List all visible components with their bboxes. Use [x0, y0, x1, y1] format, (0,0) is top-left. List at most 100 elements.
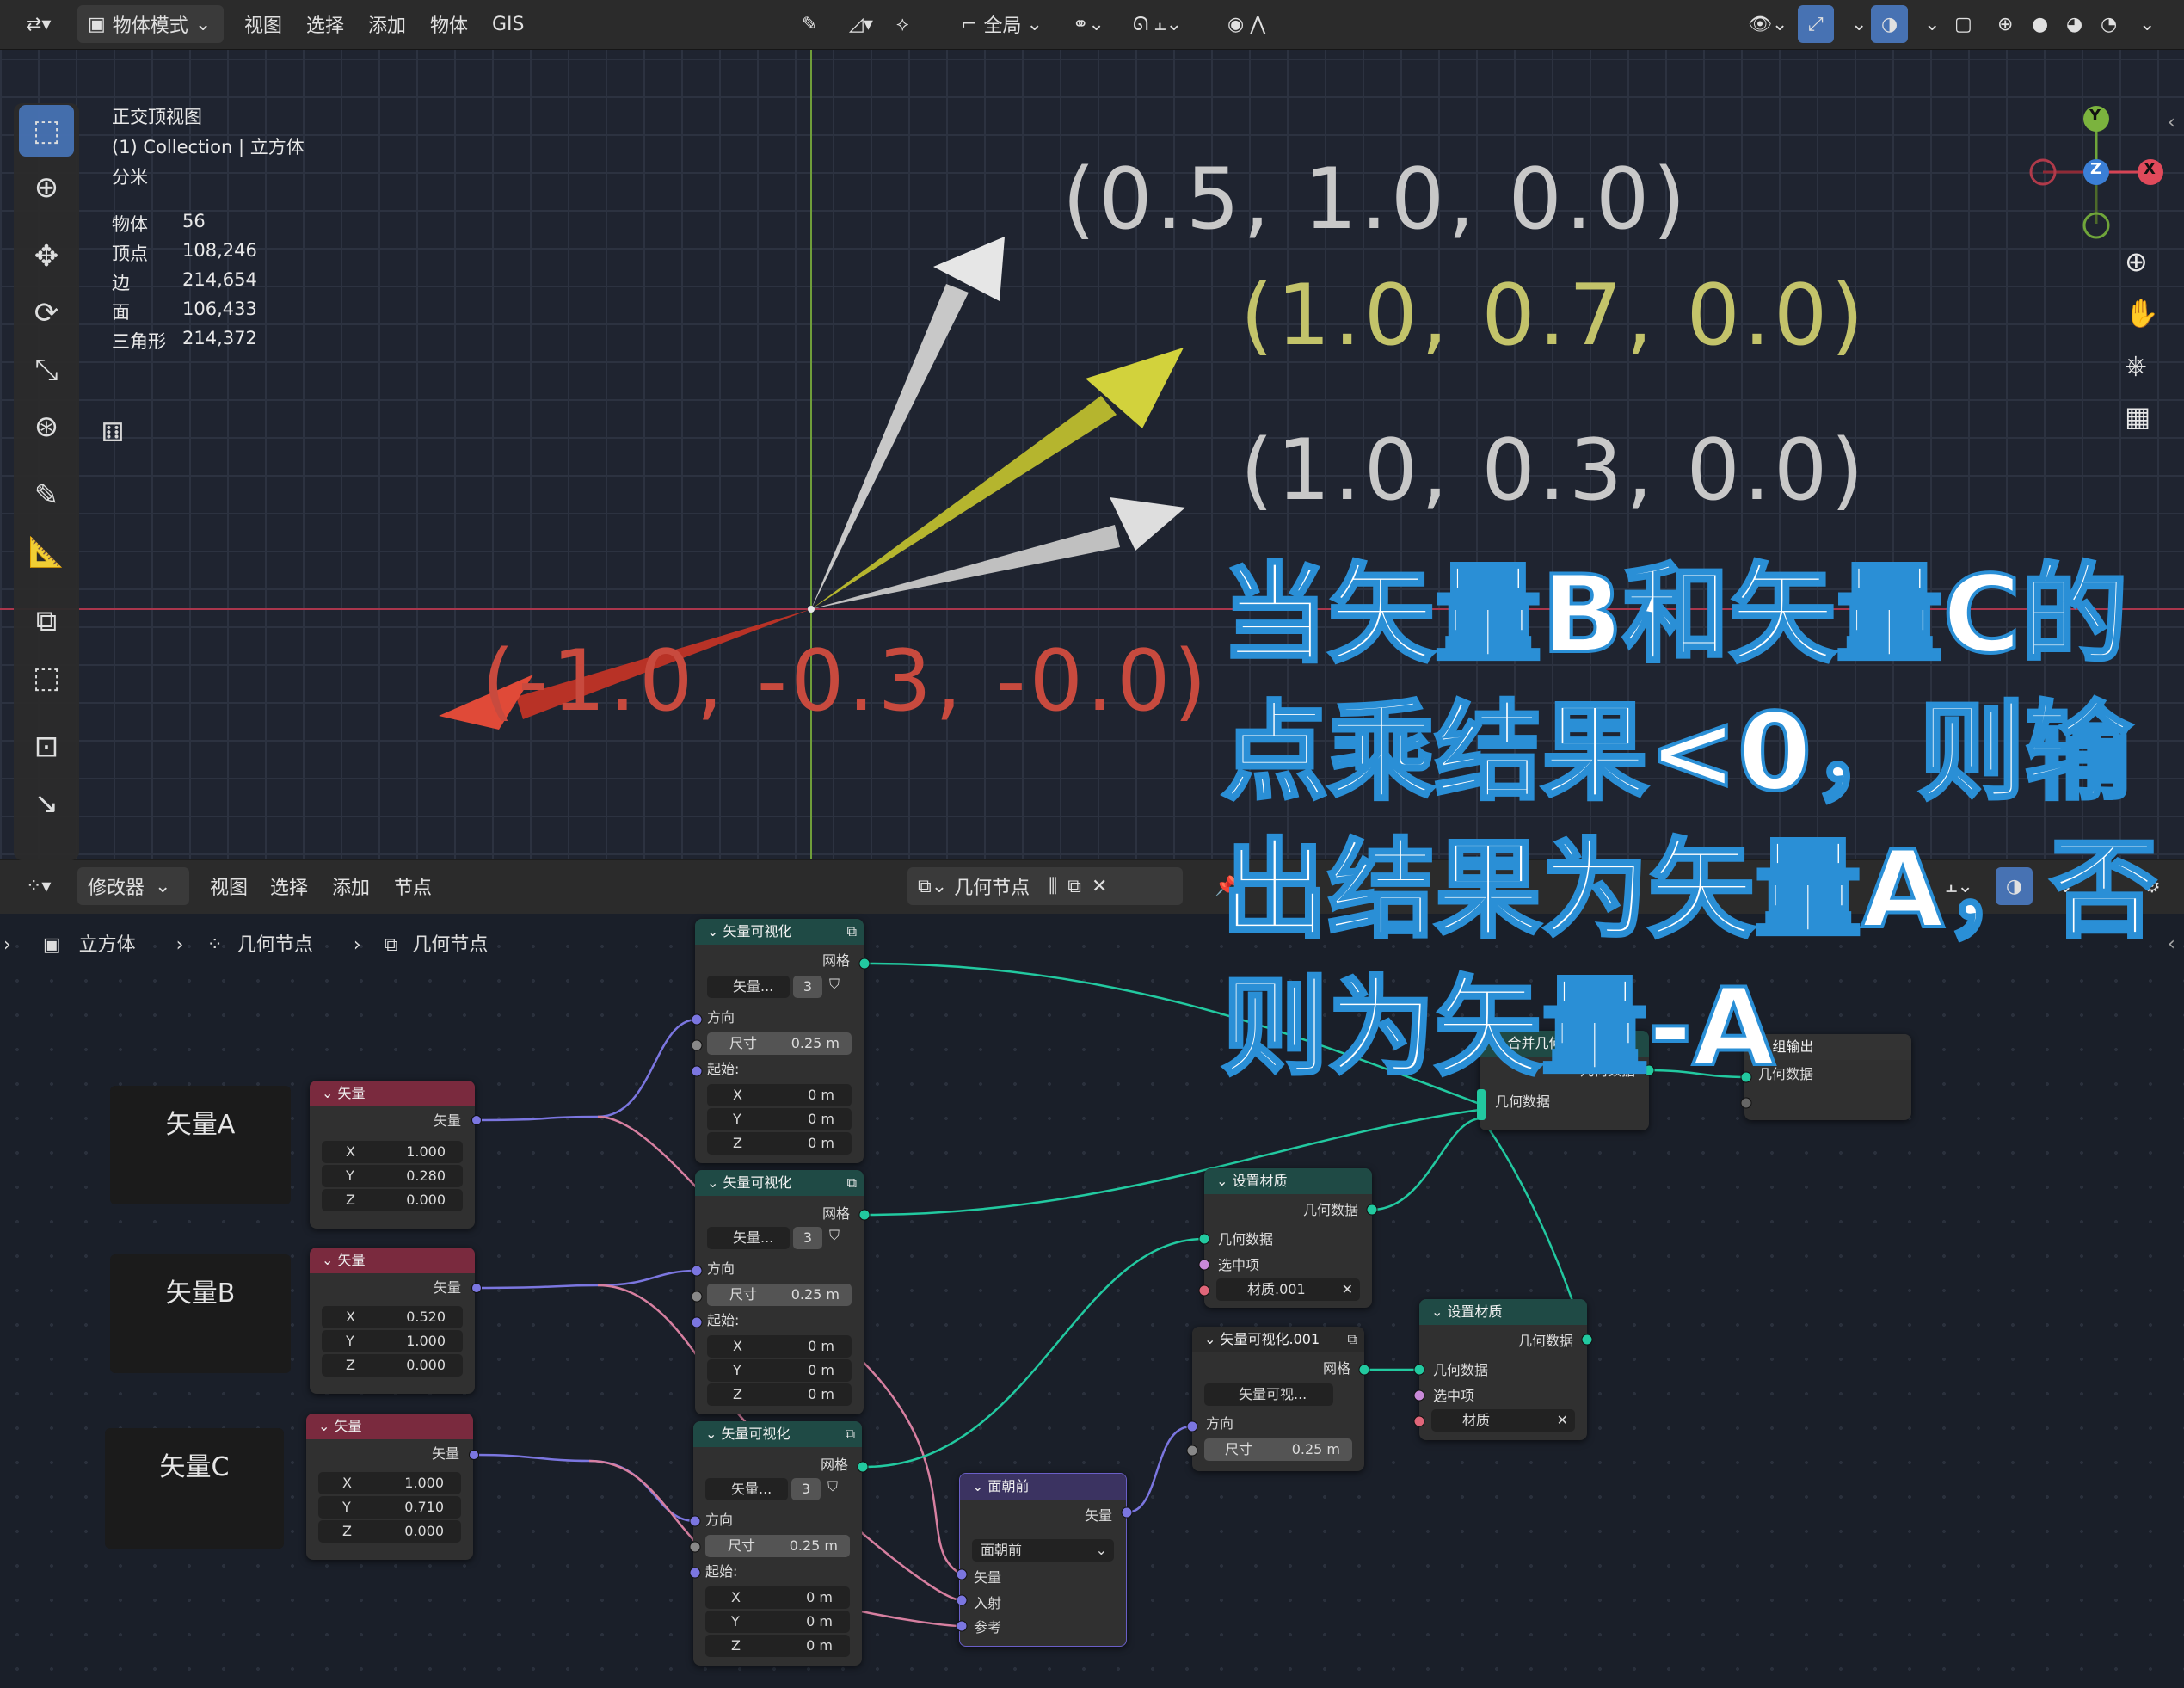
vis-node-3-header[interactable]: ⌄ 矢量可视化 ⧉	[693, 1421, 862, 1447]
set-material-2-header[interactable]: ⌄ 设置材质	[1419, 1299, 1587, 1325]
vector-node-b-y-field[interactable]: Y 1.000	[322, 1330, 463, 1352]
add-cube-icon[interactable]: ⧉	[19, 595, 74, 647]
vis-node-2-z-field[interactable]: Z 0 m	[707, 1383, 852, 1406]
breadcrumb-tree[interactable]: 几何节点	[412, 934, 488, 956]
vector-node-a-y-field[interactable]: Y 0.280	[322, 1165, 463, 1187]
grid-view-icon[interactable]: ▦	[2125, 400, 2150, 433]
transform-icon[interactable]: ⊛	[19, 401, 74, 453]
vis-node-1-group[interactable]: 矢量...	[707, 976, 790, 998]
cursor-icon[interactable]: ⊕	[19, 162, 74, 213]
vis-node-2-shield-icon[interactable]: ⛉	[829, 1227, 840, 1244]
zoom-icon[interactable]: ⊕	[2125, 245, 2148, 278]
vector-node-c-z-field[interactable]: Z 0.000	[318, 1520, 461, 1543]
vector-node-c-x-field[interactable]: X 1.000	[318, 1472, 461, 1494]
measure-icon[interactable]: 📐	[19, 527, 74, 578]
frame-vector-a[interactable]: 矢量A	[110, 1086, 291, 1204]
vis-node-2-x-field[interactable]: X 0 m	[707, 1335, 852, 1358]
vis-node-1-z-field[interactable]: Z 0 m	[707, 1132, 852, 1155]
move-icon[interactable]: ✥	[19, 231, 74, 282]
transform-orientation[interactable]: ⌐ 全局 ⌄	[951, 5, 1053, 43]
vis001-header[interactable]: ⌄ 矢量可视化.001 ⧉	[1192, 1327, 1364, 1352]
node-editor-type-icon[interactable]: ⁘▾	[15, 867, 61, 905]
gizmo-y-label[interactable]: Y	[2089, 107, 2101, 125]
render-shading-icon[interactable]: ◔	[2090, 5, 2127, 43]
ne-menu-view[interactable]: 视图	[200, 867, 258, 905]
vis-node-3-y-field[interactable]: Y 0 m	[705, 1611, 850, 1633]
set-material-2-material[interactable]: 材质 ✕	[1431, 1409, 1575, 1432]
vis-node-1-size-field[interactable]: 尺寸 0.25 m	[707, 1032, 852, 1055]
pivot-icon[interactable]: ⚭⌄	[1062, 5, 1115, 43]
vector-node-a[interactable]: ⌄ 矢量 矢量 X 1.000 Y 0.280 Z 0.000	[310, 1081, 475, 1229]
vis-node-2-header[interactable]: ⌄ 矢量可视化 ⧉	[695, 1170, 864, 1196]
breadcrumb-modifier[interactable]: 几何节点	[237, 934, 313, 956]
pan-hand-icon[interactable]: ✋	[2125, 297, 2159, 330]
vector-node-c-socket[interactable]	[469, 1450, 479, 1460]
vis-node-1-y-field[interactable]: Y 0 m	[707, 1108, 852, 1130]
select-box-icon[interactable]: ⬚	[19, 105, 74, 157]
vis-node-3-group[interactable]: 矢量...	[705, 1478, 788, 1500]
vis-node-1-header[interactable]: ⌄ 矢量可视化 ⧉	[695, 919, 864, 945]
camera-icon[interactable]: ⎈	[2125, 348, 2147, 382]
vis001-node[interactable]: ⌄ 矢量可视化.001 ⧉ 网格 矢量可视... 方向 尺寸 0.25 m	[1192, 1327, 1364, 1471]
vis-node-1-users[interactable]: 3	[793, 976, 822, 998]
ne-menu-select[interactable]: 选择	[260, 867, 318, 905]
vis-node-2-y-field[interactable]: Y 0 m	[707, 1359, 852, 1382]
faceforward-header[interactable]: ⌄ 面朝前	[960, 1474, 1126, 1500]
gizmo-toggle-icon[interactable]: ⤢	[1798, 5, 1834, 43]
close-icon[interactable]: ✕	[1557, 1409, 1568, 1432]
vis-node-2[interactable]: ⌄ 矢量可视化 ⧉ 网格 矢量... 3 ⛉ 方向 尺寸 0.25 m 起始: X0…	[695, 1170, 864, 1414]
unlink-icon[interactable]: ✕	[1092, 876, 1107, 897]
vis-node-3-x-field[interactable]: X 0 m	[705, 1586, 850, 1609]
modifier-type-dropdown[interactable]: 修改器 ⌄	[77, 867, 189, 905]
vis-node-3-users[interactable]: 3	[791, 1478, 821, 1500]
ne-menu-add[interactable]: 添加	[322, 867, 380, 905]
transform-pivot-icon[interactable]: ↘	[19, 778, 74, 829]
menu-add[interactable]: 添加	[358, 5, 416, 43]
set-material-1-material[interactable]: 材质.001 ✕	[1216, 1278, 1360, 1301]
close-icon[interactable]: ✕	[1342, 1278, 1353, 1301]
gizmo-z-label[interactable]: Z	[2090, 160, 2101, 178]
editor-type-icon[interactable]: ⇄▾	[15, 5, 67, 43]
duplicate-icon[interactable]: ⧉	[1067, 876, 1081, 897]
set-material-2-node[interactable]: ⌄ 设置材质 几何数据 几何数据 选中项 材质 ✕	[1419, 1299, 1587, 1440]
eyedropper-icon[interactable]: ✎	[791, 5, 827, 43]
fake-user-icon[interactable]: ⫼	[1049, 876, 1057, 897]
ne-menu-node[interactable]: 节点	[384, 867, 442, 905]
vis-node-1[interactable]: ⌄ 矢量可视化 ⧉ 网格 矢量... 3 ⛉ 方向 尺寸 0.25 m 起始: X0…	[695, 919, 864, 1163]
vector-node-b-z-field[interactable]: Z 0.000	[322, 1354, 463, 1377]
menu-select[interactable]: 选择	[296, 5, 354, 43]
vis-node-1-shield-icon[interactable]: ⛉	[829, 976, 840, 993]
visibility-icon[interactable]: 👁⌄	[1738, 5, 1798, 43]
snapping-icon[interactable]: ᘏ ⫠⌄	[1123, 5, 1192, 43]
rotate-icon[interactable]: ⟳	[19, 287, 74, 339]
vector-node-c-header[interactable]: ⌄ 矢量	[306, 1414, 473, 1439]
xray-icon[interactable]: ▢	[1944, 5, 1983, 43]
vis001-size-field[interactable]: 尺寸 0.25 m	[1204, 1438, 1352, 1461]
proportional-edit-icon[interactable]: ◉ ⋀	[1217, 5, 1276, 43]
vis-node-2-users[interactable]: 3	[793, 1227, 822, 1249]
annotate-icon[interactable]: ✎	[19, 470, 74, 521]
faceforward-mode-dropdown[interactable]: 面朝前 ⌄	[972, 1539, 1114, 1562]
breadcrumb-object[interactable]: 立方体	[79, 934, 136, 956]
mode-selector[interactable]: ▣ 物体模式 ⌄	[77, 5, 224, 43]
vector-node-b-x-field[interactable]: X 0.520	[322, 1306, 463, 1328]
gizmo-x-label[interactable]: X	[2144, 160, 2156, 178]
dice-icon[interactable]: ⚅	[102, 418, 124, 448]
shading-dropdown-icon[interactable]: ⌄	[2129, 5, 2165, 43]
frame-vector-b[interactable]: 矢量B	[110, 1254, 291, 1373]
vis-node-3-shield-icon[interactable]: ⛉	[827, 1478, 838, 1495]
node-tree-selector[interactable]: ⧉⌄ 几何节点 ⫼ ⧉ ✕	[907, 867, 1183, 905]
vector-node-a-x-field[interactable]: X 1.000	[322, 1141, 463, 1163]
vis-node-2-size-field[interactable]: 尺寸 0.25 m	[707, 1284, 852, 1306]
vector-node-b[interactable]: ⌄ 矢量 矢量 X 0.520 Y 1.000 Z 0.000	[310, 1248, 475, 1394]
vis-node-2-group[interactable]: 矢量...	[707, 1227, 790, 1249]
faceforward-node[interactable]: ⌄ 面朝前 矢量 面朝前 ⌄ 矢量 入射 参考	[959, 1473, 1127, 1647]
vector-node-b-socket[interactable]	[471, 1283, 482, 1293]
add-object-icon[interactable]: ⬚	[19, 652, 74, 704]
scale-icon[interactable]: ⤡	[19, 344, 74, 396]
vis001-group[interactable]: 矢量可视...	[1204, 1383, 1333, 1406]
transform-affect-icon[interactable]: ⟡	[886, 5, 920, 43]
menu-object[interactable]: 物体	[420, 5, 478, 43]
vis-node-3-size-field[interactable]: 尺寸 0.25 m	[705, 1535, 850, 1557]
wireframe-shading-icon[interactable]: ⊕	[1987, 5, 2023, 43]
